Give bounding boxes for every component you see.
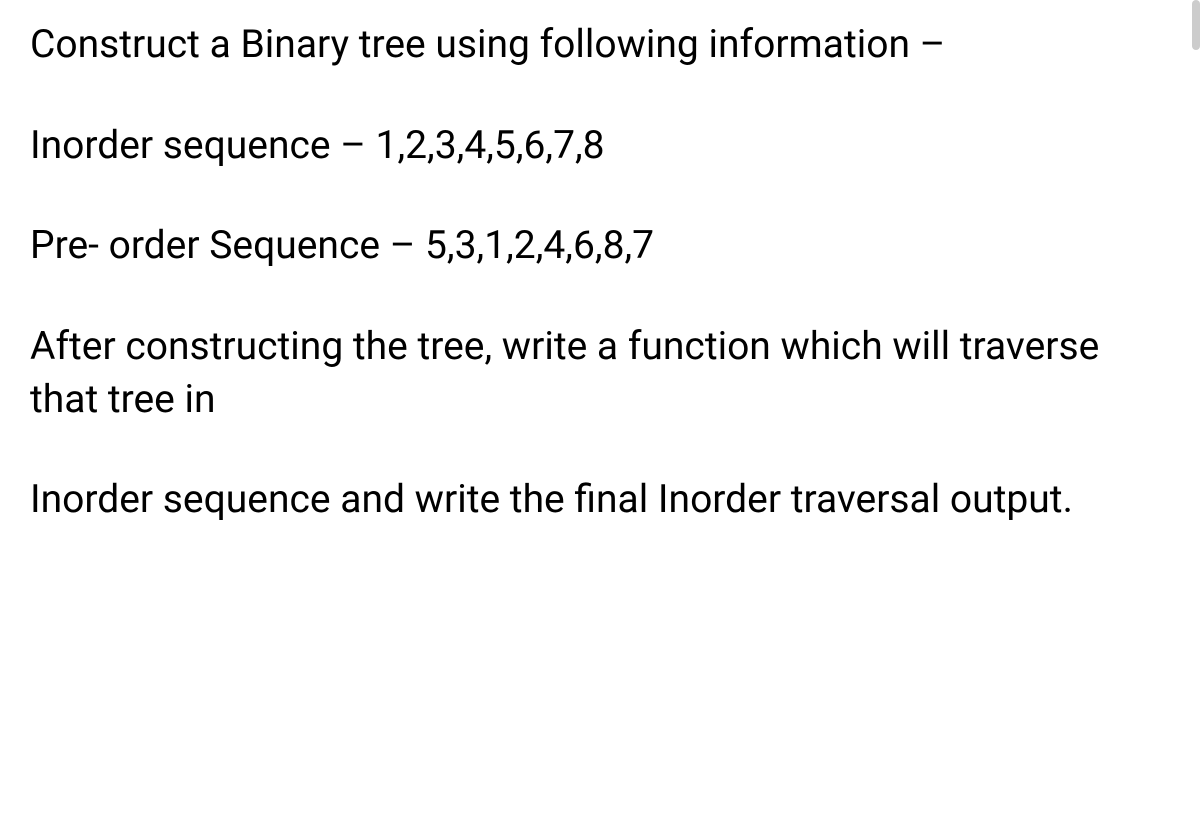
inorder-sequence-text: Inorder sequence – 1,2,3,4,5,6,7,8 xyxy=(30,119,1170,172)
problem-statement-intro: Construct a Binary tree using following … xyxy=(30,18,1170,71)
scrollbar-thumb[interactable] xyxy=(1192,0,1200,50)
task-description-part2: Inorder sequence and write the final Ino… xyxy=(30,473,1170,526)
task-description-part1: After constructing the tree, write a fun… xyxy=(30,320,1170,425)
preorder-sequence-text: Pre- order Sequence – 5,3,1,2,4,6,8,7 xyxy=(30,219,1170,272)
